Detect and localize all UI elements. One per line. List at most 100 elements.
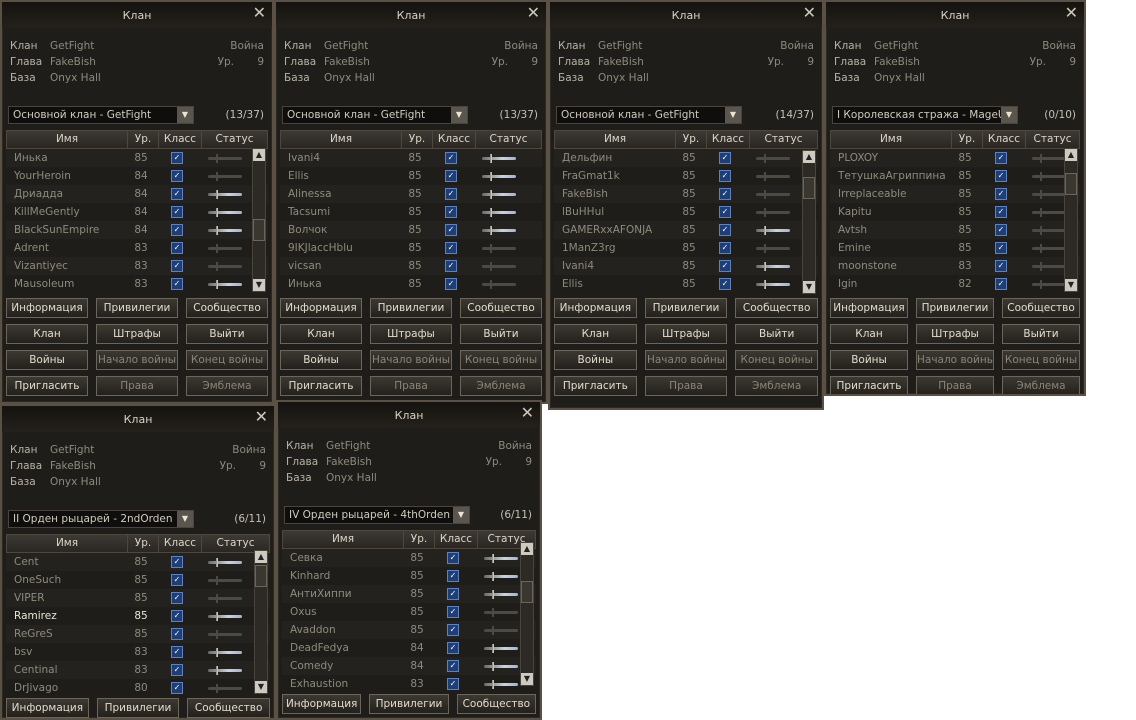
end-war-button[interactable]: Конец войны	[186, 350, 268, 370]
table-row[interactable]: Ramirez 85 ✓	[6, 607, 270, 625]
chevron-down-icon[interactable]: ▼	[453, 507, 469, 523]
table-row[interactable]: VIPER 85 ✓	[6, 589, 270, 607]
table-row[interactable]: АнтиХиппи 85 ✓	[282, 585, 536, 603]
emblem-button[interactable]: Эмблема	[735, 376, 818, 396]
table-row[interactable]: ReGreS 85 ✓	[6, 625, 270, 643]
table-row[interactable]: Centinal 83 ✓	[6, 661, 270, 679]
table-row[interactable]: GAMERxxAFONJA 85 ✓	[554, 221, 818, 239]
column-level[interactable]: Ур.	[402, 131, 433, 148]
column-status[interactable]: Статус	[1026, 131, 1079, 148]
table-row[interactable]: Ivani4 85 ✓	[554, 257, 818, 275]
scroll-thumb[interactable]	[521, 581, 533, 603]
table-row[interactable]: Alinessa 85 ✓	[280, 185, 542, 203]
close-icon[interactable]: ✕	[527, 5, 540, 21]
table-row[interactable]: Exhaustion 83 ✓	[282, 675, 536, 693]
leave-button[interactable]: Выйти	[735, 324, 818, 344]
table-row[interactable]: Mausoleum 83 ✓	[6, 275, 268, 293]
table-row[interactable]: YourHeroin 84 ✓	[6, 167, 268, 185]
table-row[interactable]: PLOXOY 85 ✓	[830, 149, 1080, 167]
privileges-button[interactable]: Привилегии	[370, 298, 452, 318]
table-row[interactable]: Волчок 85 ✓	[280, 221, 542, 239]
column-class[interactable]: Класс	[707, 131, 750, 148]
member-scrollbar[interactable]: ▲ ▼	[520, 542, 534, 686]
privileges-button[interactable]: Привилегии	[369, 694, 449, 714]
scroll-up-icon[interactable]: ▲	[521, 543, 533, 555]
scroll-down-icon[interactable]: ▼	[255, 681, 267, 693]
table-row[interactable]: Дельфин 85 ✓	[554, 149, 818, 167]
scroll-down-icon[interactable]: ▼	[521, 673, 533, 685]
end-war-button[interactable]: Конец войны	[735, 350, 818, 370]
window-titlebar[interactable]: Клан ✕	[276, 2, 546, 28]
scroll-up-icon[interactable]: ▲	[253, 149, 265, 161]
table-row[interactable]: 9IKJlaccHblu 85 ✓	[280, 239, 542, 257]
column-status[interactable]: Статус	[476, 131, 541, 148]
scroll-thumb[interactable]	[253, 219, 265, 241]
table-row[interactable]: Tacsumi 85 ✓	[280, 203, 542, 221]
penalties-button[interactable]: Штрафы	[370, 324, 452, 344]
chevron-down-icon[interactable]: ▼	[1001, 107, 1017, 123]
start-war-button[interactable]: Начало войны	[96, 350, 178, 370]
clan-button[interactable]: Клан	[554, 324, 637, 344]
subunit-dropdown[interactable]: Основной клан - GetFight ▼	[556, 106, 742, 124]
table-row[interactable]: DeadFedya 84 ✓	[282, 639, 536, 657]
invite-button[interactable]: Пригласить	[280, 376, 362, 396]
wars-button[interactable]: Войны	[554, 350, 637, 370]
community-button[interactable]: Сообщество	[456, 694, 536, 714]
penalties-button[interactable]: Штрафы	[96, 324, 178, 344]
member-scrollbar[interactable]: ▲ ▼	[252, 148, 266, 292]
chevron-down-icon[interactable]: ▼	[451, 107, 467, 123]
member-scrollbar[interactable]: ▲ ▼	[1064, 148, 1078, 292]
community-button[interactable]: Сообщество	[460, 298, 542, 318]
window-titlebar[interactable]: Клан ✕	[2, 406, 274, 432]
start-war-button[interactable]: Начало войны	[916, 350, 994, 370]
penalties-button[interactable]: Штрафы	[916, 324, 994, 344]
column-name[interactable]: Имя	[831, 131, 952, 148]
subunit-dropdown[interactable]: Основной клан - GetFight ▼	[282, 106, 468, 124]
window-titlebar[interactable]: Клан ✕	[826, 2, 1084, 28]
table-row[interactable]: FakeBish 85 ✓	[554, 185, 818, 203]
window-titlebar[interactable]: Клан ✕	[278, 402, 540, 428]
table-row[interactable]: vicsan 85 ✓	[280, 257, 542, 275]
table-row[interactable]: FraGmat1k 85 ✓	[554, 167, 818, 185]
column-class[interactable]: Класс	[983, 131, 1026, 148]
scroll-down-icon[interactable]: ▼	[803, 281, 815, 293]
rights-button[interactable]: Права	[370, 376, 452, 396]
scroll-down-icon[interactable]: ▼	[1065, 279, 1077, 291]
rights-button[interactable]: Права	[96, 376, 178, 396]
window-titlebar[interactable]: Клан ✕	[2, 2, 272, 28]
column-level[interactable]: Ур.	[404, 531, 435, 548]
table-row[interactable]: Инька 85 ✓	[280, 275, 542, 293]
chevron-down-icon[interactable]: ▼	[177, 107, 193, 123]
table-row[interactable]: Avaddon 85 ✓	[282, 621, 536, 639]
chevron-down-icon[interactable]: ▼	[725, 107, 741, 123]
table-row[interactable]: KillMeGently 84 ✓	[6, 203, 268, 221]
column-name[interactable]: Имя	[7, 131, 128, 148]
penalties-button[interactable]: Штрафы	[644, 324, 728, 344]
table-row[interactable]: Инька 85 ✓	[6, 149, 268, 167]
subunit-dropdown[interactable]: II Орден рыцарей - 2ndOrden ▼	[8, 510, 194, 528]
scroll-up-icon[interactable]: ▲	[803, 151, 815, 163]
table-row[interactable]: Adrent 83 ✓	[6, 239, 268, 257]
scroll-thumb[interactable]	[803, 177, 815, 199]
leave-button[interactable]: Выйти	[1002, 324, 1080, 344]
column-class[interactable]: Класс	[159, 535, 202, 552]
info-button[interactable]: Информация	[6, 698, 89, 718]
subunit-dropdown[interactable]: Основной клан - GetFight ▼	[8, 106, 194, 124]
info-button[interactable]: Информация	[830, 298, 908, 318]
scroll-thumb[interactable]	[255, 565, 267, 587]
subunit-dropdown[interactable]: IV Орден рыцарей - 4thOrden ▼	[284, 506, 470, 524]
community-button[interactable]: Сообщество	[186, 298, 268, 318]
column-name[interactable]: Имя	[555, 131, 676, 148]
emblem-button[interactable]: Эмблема	[1002, 376, 1080, 394]
info-button[interactable]: Информация	[6, 298, 88, 318]
column-name[interactable]: Имя	[7, 535, 128, 552]
table-row[interactable]: BlackSunEmpire 84 ✓	[6, 221, 268, 239]
start-war-button[interactable]: Начало войны	[644, 350, 728, 370]
clan-button[interactable]: Клан	[6, 324, 88, 344]
column-status[interactable]: Статус	[202, 131, 267, 148]
clan-button[interactable]: Клан	[830, 324, 908, 344]
close-icon[interactable]: ✕	[803, 5, 816, 21]
invite-button[interactable]: Пригласить	[554, 376, 637, 396]
privileges-button[interactable]: Привилегии	[96, 298, 178, 318]
member-scrollbar[interactable]: ▲ ▼	[254, 550, 268, 694]
